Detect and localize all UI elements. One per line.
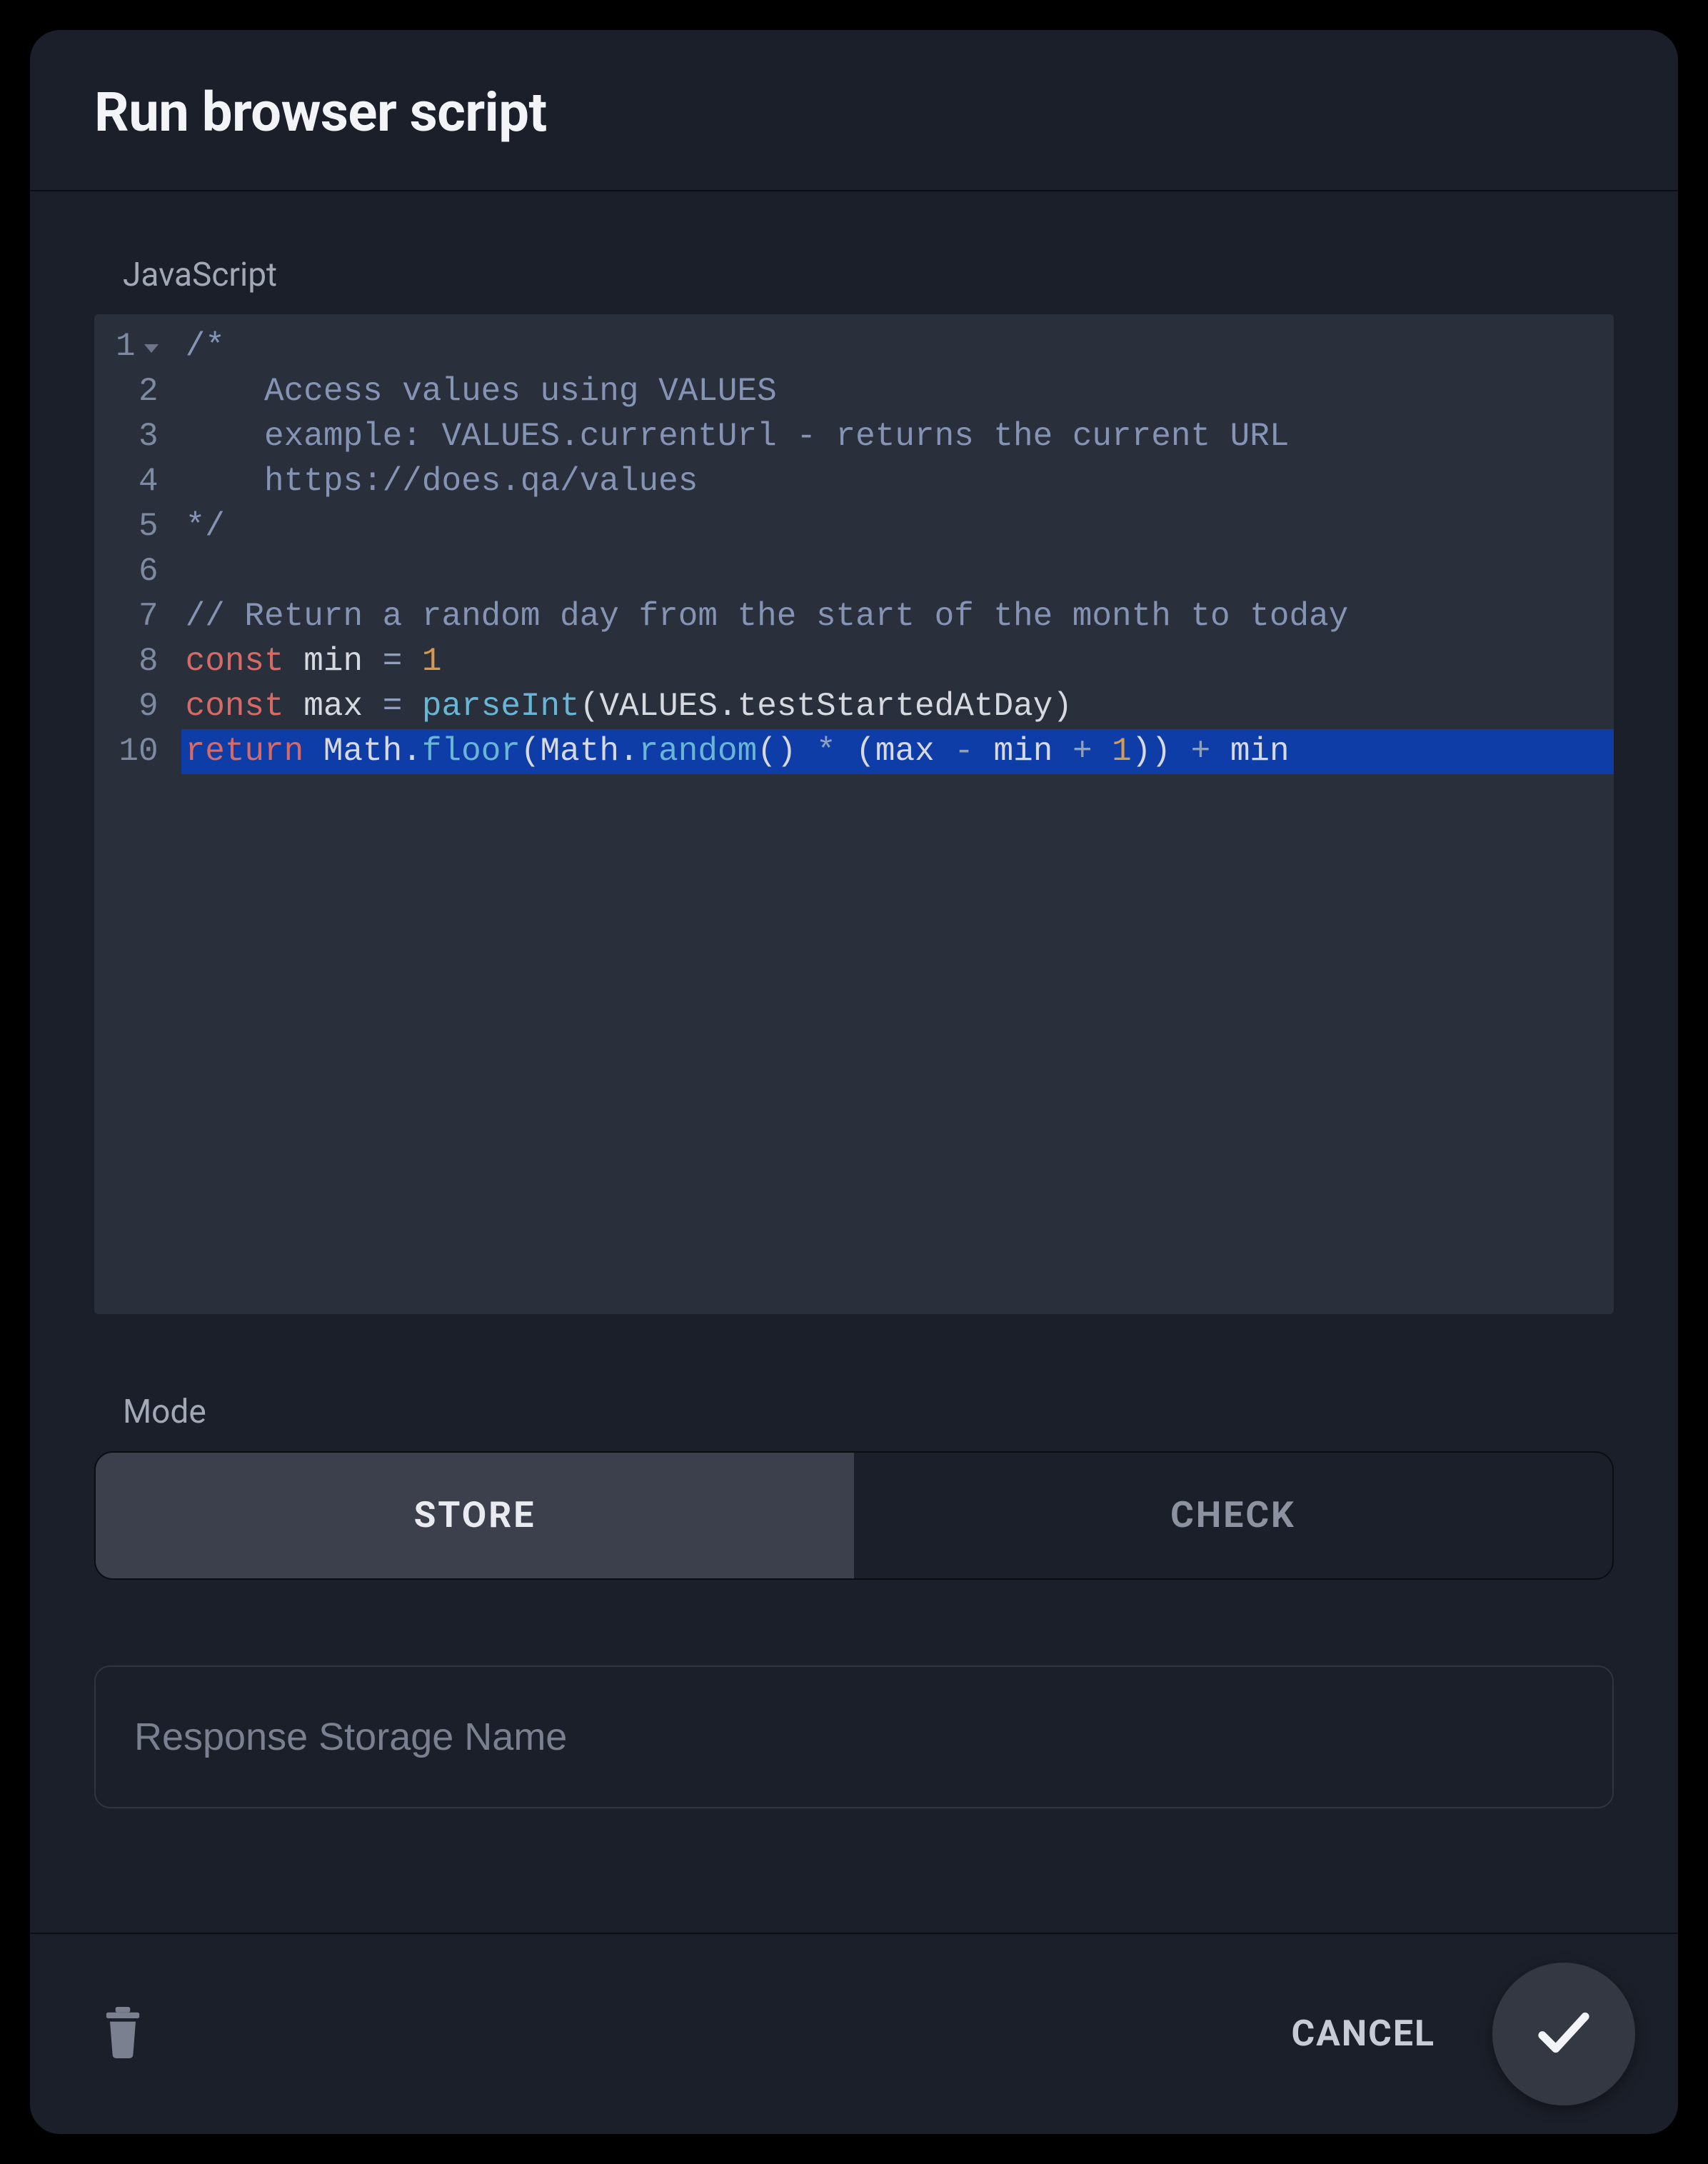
mode-section: Mode STORECHECK bbox=[94, 1393, 1614, 1580]
gutter-line-number: 2 bbox=[116, 369, 159, 414]
code-line[interactable]: Access values using VALUES bbox=[181, 369, 1614, 414]
gutter-line-number: 4 bbox=[116, 459, 159, 504]
panel-footer: CANCEL bbox=[30, 1933, 1678, 2134]
gutter-line-number: 7 bbox=[116, 594, 159, 639]
code-line[interactable]: */ bbox=[181, 504, 1614, 549]
response-storage-name-input[interactable] bbox=[94, 1665, 1614, 1808]
code-line[interactable]: https://does.qa/values bbox=[181, 459, 1614, 504]
gutter-line-number: 1 bbox=[116, 324, 159, 369]
code-line[interactable]: const min = 1 bbox=[181, 639, 1614, 684]
code-line[interactable]: const max = parseInt(VALUES.testStartedA… bbox=[181, 684, 1614, 729]
gutter-line-number: 5 bbox=[116, 504, 159, 549]
language-label: JavaScript bbox=[123, 256, 1614, 294]
run-browser-script-panel: Run browser script JavaScript 1234567891… bbox=[29, 29, 1679, 2135]
code-line[interactable] bbox=[181, 549, 1614, 594]
gutter-line-number: 8 bbox=[116, 639, 159, 684]
code-line[interactable]: example: VALUES.currentUrl - returns the… bbox=[181, 414, 1614, 459]
code-line[interactable]: /* bbox=[181, 324, 1614, 369]
confirm-button[interactable] bbox=[1492, 1963, 1635, 2105]
gutter-line-number: 9 bbox=[116, 684, 159, 729]
gutter-line-number: 6 bbox=[116, 549, 159, 594]
check-icon bbox=[1532, 2000, 1596, 2068]
editor-gutter: 12345678910 bbox=[94, 314, 171, 1314]
code-line[interactable]: return Math.floor(Math.random() * (max -… bbox=[181, 729, 1614, 774]
code-editor[interactable]: 12345678910 /* Access values using VALUE… bbox=[94, 314, 1614, 1314]
panel-body: JavaScript 12345678910 /* Access values … bbox=[30, 191, 1678, 1933]
gutter-line-number: 10 bbox=[116, 729, 159, 774]
storage-section bbox=[94, 1665, 1614, 1808]
trash-icon bbox=[100, 2007, 146, 2061]
mode-label: Mode bbox=[123, 1393, 1614, 1431]
gutter-line-number: 3 bbox=[116, 414, 159, 459]
panel-header: Run browser script bbox=[30, 30, 1678, 191]
delete-button[interactable] bbox=[94, 2005, 151, 2063]
mode-option-check[interactable]: CHECK bbox=[854, 1453, 1612, 1578]
fold-caret-icon[interactable] bbox=[144, 344, 159, 353]
panel-title: Run browser script bbox=[94, 80, 1614, 144]
mode-option-store[interactable]: STORE bbox=[96, 1453, 854, 1578]
code-line[interactable]: // Return a random day from the start of… bbox=[181, 594, 1614, 639]
cancel-button[interactable]: CANCEL bbox=[1292, 2013, 1435, 2055]
editor-code-area[interactable]: /* Access values using VALUES example: V… bbox=[171, 314, 1614, 1314]
mode-segmented-control: STORECHECK bbox=[94, 1451, 1614, 1580]
